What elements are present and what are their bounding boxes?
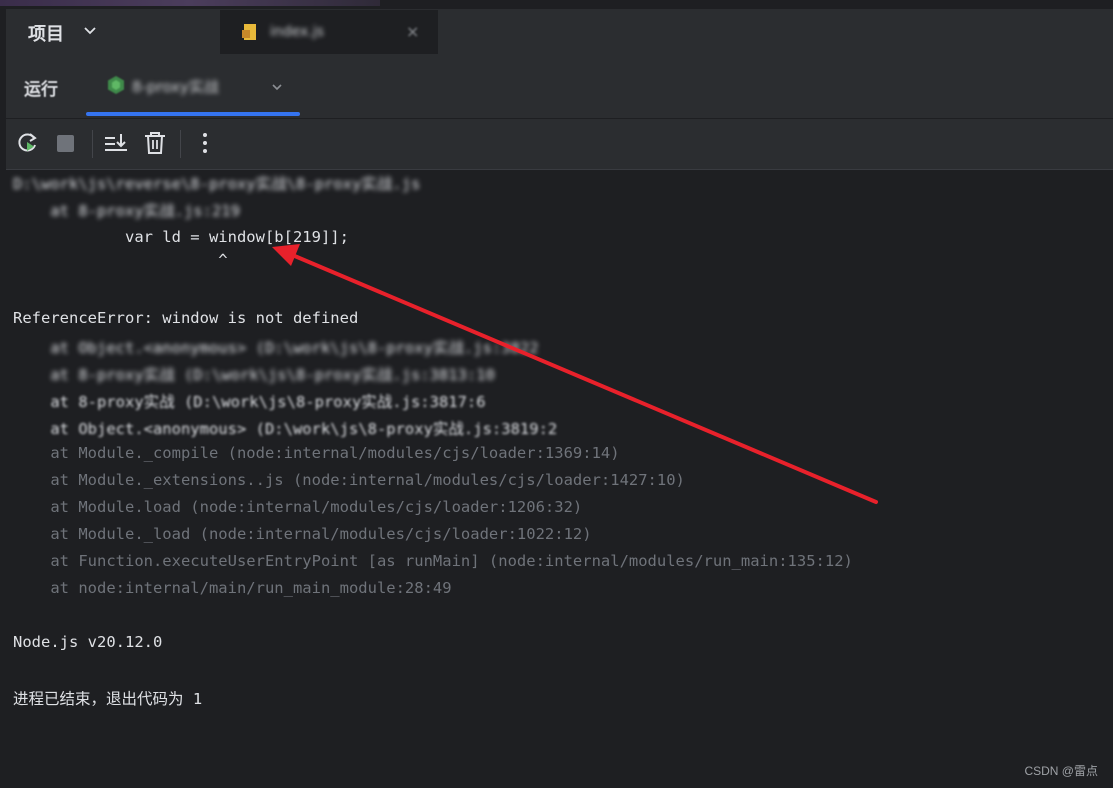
stop-icon[interactable] xyxy=(53,130,79,156)
trash-icon[interactable] xyxy=(142,130,168,156)
console-line: D:\work\js\reverse\8-proxy实战\8-proxy实战.j… xyxy=(13,175,421,193)
nodejs-icon xyxy=(108,76,124,94)
js-file-icon xyxy=(242,24,256,40)
stack-frame: at node:internal/main/run_main_module:28… xyxy=(13,579,452,597)
stack-frame: at Module._extensions..js (node:internal… xyxy=(13,471,685,489)
project-header xyxy=(6,9,1113,54)
exit-code-message: 进程已结束，退出代码为 1 xyxy=(13,690,203,708)
console-line: var ld = window[b[219]]; xyxy=(13,228,349,246)
stack-frame: at Function.executeUserEntryPoint [as ru… xyxy=(13,552,853,570)
run-config-name: 8-proxy实战 xyxy=(132,78,219,96)
console-line: ^ xyxy=(13,251,228,269)
toolbar-separator xyxy=(180,130,181,158)
active-tab-indicator xyxy=(86,112,300,116)
stack-frame: at Object.<anonymous> (D:\work\js\8-prox… xyxy=(13,339,539,357)
stack-frame: at Module._load (node:internal/modules/c… xyxy=(13,525,592,543)
more-options-icon[interactable] xyxy=(192,130,218,156)
chevron-down-icon[interactable] xyxy=(82,22,98,38)
run-panel-title: 运行 xyxy=(24,80,58,100)
chevron-down-icon[interactable] xyxy=(270,80,284,94)
run-toolbar xyxy=(6,119,1113,169)
node-version: Node.js v20.12.0 xyxy=(13,633,163,651)
toolbar-separator xyxy=(92,130,93,158)
rerun-icon[interactable] xyxy=(15,130,41,156)
stack-frame: at Module._compile (node:internal/module… xyxy=(13,444,620,462)
close-icon[interactable]: × xyxy=(406,22,419,41)
stack-frame: at 8-proxy实战 (D:\work\js\8-proxy实战.js:38… xyxy=(13,366,495,384)
stack-frame: at Module.load (node:internal/modules/cj… xyxy=(13,498,583,516)
scroll-to-end-icon[interactable] xyxy=(103,130,129,156)
window-top-strip xyxy=(0,0,1113,9)
error-message: ReferenceError: window is not defined xyxy=(13,309,359,327)
console-line: at 8-proxy实战.js:219 xyxy=(13,202,240,220)
stack-frame: at 8-proxy实战 (D:\work\js\8-proxy实战.js:38… xyxy=(13,393,486,411)
console-output[interactable]: D:\work\js\reverse\8-proxy实战\8-proxy实战.j… xyxy=(6,170,1113,788)
stack-frame: at Object.<anonymous> (D:\work\js\8-prox… xyxy=(13,420,558,438)
watermark: CSDN @雷点 xyxy=(1024,764,1098,778)
editor-file-tab[interactable]: index.js × xyxy=(220,10,438,55)
file-tab-name: index.js xyxy=(270,24,324,40)
project-dropdown-label[interactable]: 项目 xyxy=(28,20,64,46)
